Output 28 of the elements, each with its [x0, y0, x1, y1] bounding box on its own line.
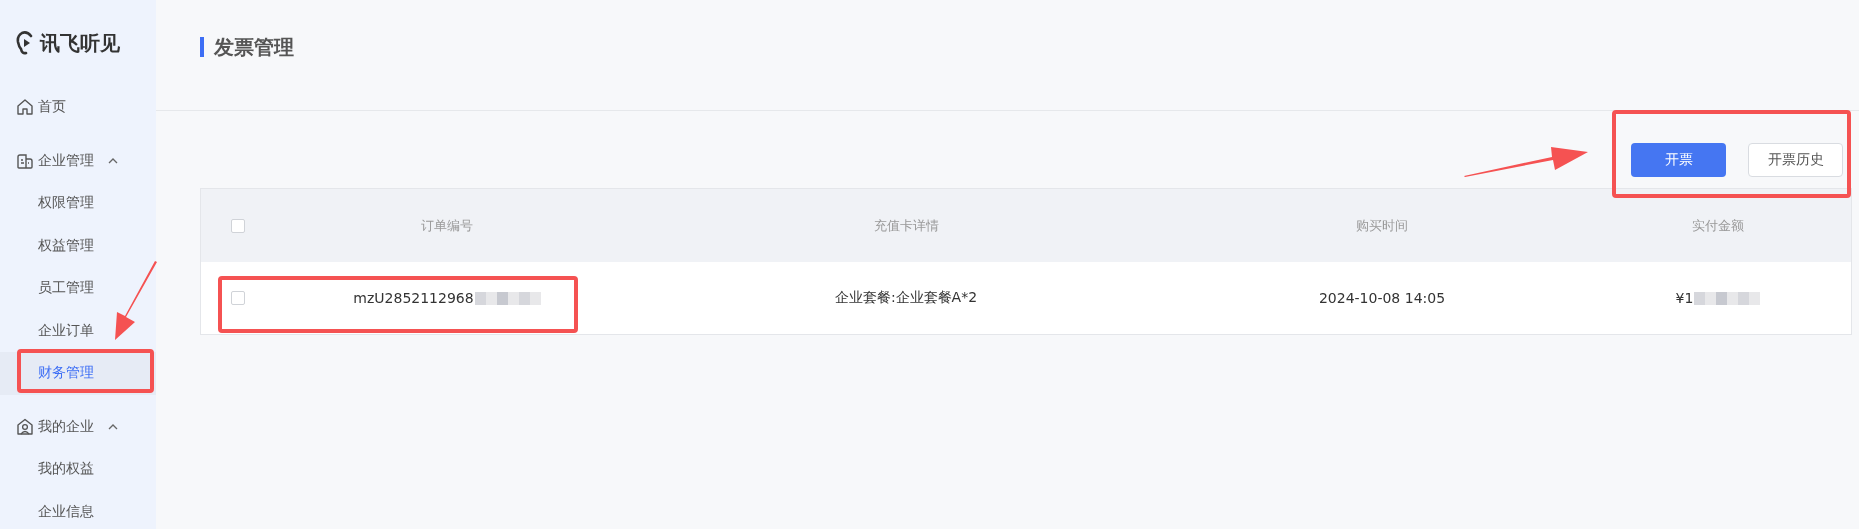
checkbox[interactable]: [231, 218, 245, 233]
sidebar-item[interactable]: 权限管理: [0, 182, 156, 225]
sidebar-item[interactable]: 员工管理: [0, 267, 156, 310]
sidebar-item[interactable]: 企业订单: [0, 309, 156, 352]
sidebar-item[interactable]: 企业信息: [0, 490, 156, 529]
column-header: 充值卡详情: [872, 216, 940, 235]
column-header: 订单编号: [420, 216, 474, 235]
sidebar-item[interactable]: 我的权益: [0, 448, 156, 491]
home-icon: [16, 98, 34, 117]
invoice-history-button[interactable]: 开票历史: [1748, 143, 1843, 177]
column-header: 购买时间: [1355, 216, 1409, 235]
sidebar-item[interactable]: 权益管理: [0, 224, 156, 267]
caret-icon: [108, 423, 118, 430]
checkbox[interactable]: [231, 291, 245, 305]
caret-icon: [108, 157, 118, 164]
table-cell: 2024-10-08 14:05: [1318, 290, 1446, 306]
table-cell: 企业套餐:企业套餐A*2: [834, 289, 978, 307]
table-cell: mzU2852112968: [353, 290, 474, 306]
sidebar-item[interactable]: 首页: [0, 86, 156, 129]
company-user-icon: [16, 417, 34, 436]
table-cell: ¥1: [1675, 290, 1694, 306]
issue-invoice-button[interactable]: 开票: [1631, 143, 1726, 177]
sidebar-item[interactable]: 我的企业: [0, 405, 156, 448]
sidebar-item[interactable]: 企业管理: [0, 139, 156, 182]
building-icon: [16, 151, 34, 170]
column-header: 实付金额: [1691, 216, 1745, 235]
page-title: 发票管理: [200, 37, 294, 57]
logo-text: 讯飞听见: [40, 29, 120, 57]
